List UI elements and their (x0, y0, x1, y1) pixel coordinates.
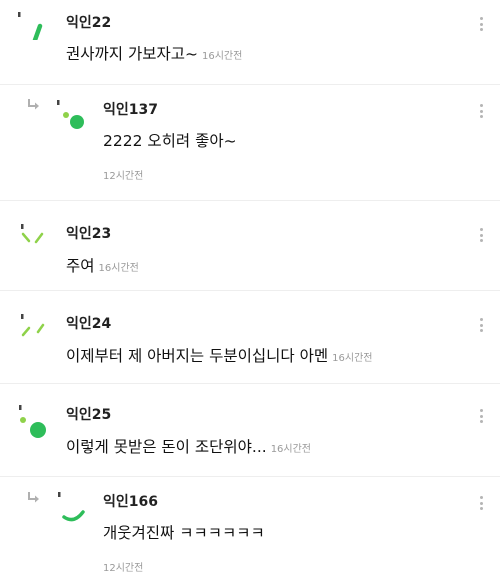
reply-arrow-icon (28, 492, 39, 503)
comment-item: 익인23 주여 16시간전 (0, 201, 500, 289)
avatar[interactable] (56, 491, 90, 525)
reply-item: 익인137 2222 오히려 좋아~ 12시간전 (0, 85, 500, 200)
comment-time: 12시간전 (103, 171, 144, 182)
comment-author[interactable]: 익인24 (66, 313, 111, 333)
comment-time: 16시간전 (270, 444, 312, 455)
comment-item: 익인25 이렇게 못받은 돈이 조단위야... 16시간전 (0, 384, 500, 476)
more-vertical-icon[interactable] (478, 409, 484, 423)
reply-arrow-icon (28, 99, 39, 110)
comment-body: 2222 오히려 좋아~ (103, 129, 237, 151)
comment-body: 주여 16시간전 (66, 254, 139, 276)
avatar[interactable] (56, 99, 88, 131)
comment-time: 12시간전 (103, 563, 144, 574)
comment-text: 권사까지 가보자고~ (66, 45, 198, 63)
avatar[interactable] (16, 404, 50, 438)
comment-author[interactable]: 익인137 (103, 99, 158, 119)
comment-body: 이제부터 제 아버지는 두분이십니다 아멘 16시간전 (66, 344, 372, 366)
more-vertical-icon[interactable] (478, 318, 484, 332)
comment-time: 16시간전 (98, 263, 139, 274)
comment-text: 이제부터 제 아버지는 두분이십니다 아멘 (66, 347, 329, 365)
more-vertical-icon[interactable] (478, 496, 484, 510)
comment-author[interactable]: 익인22 (66, 12, 111, 32)
comment-author[interactable]: 익인23 (66, 223, 111, 243)
comment-body: 권사까지 가보자고~ 16시간전 (66, 42, 242, 64)
comment-time: 16시간전 (332, 353, 373, 364)
more-vertical-icon[interactable] (478, 104, 484, 118)
avatar[interactable] (18, 313, 48, 343)
comment-text: 개웃겨진짜 ㅋㅋㅋㅋㅋㅋ (103, 524, 265, 542)
comment-item: 익인22 권사까지 가보자고~ 16시간전 (0, 0, 500, 90)
avatar[interactable] (18, 223, 48, 253)
comment-text: 2222 오히려 좋아~ (103, 132, 237, 150)
avatar[interactable] (16, 10, 46, 40)
more-vertical-icon[interactable] (478, 17, 484, 31)
reply-item: 익인166 개웃겨진짜 ㅋㅋㅋㅋㅋㅋ 12시간전 (0, 477, 500, 584)
comment-item: 익인24 이제부터 제 아버지는 두분이십니다 아멘 16시간전 (0, 291, 500, 383)
comment-time: 16시간전 (202, 51, 243, 62)
more-vertical-icon[interactable] (478, 228, 484, 242)
comment-author[interactable]: 익인166 (103, 491, 158, 511)
comment-author[interactable]: 익인25 (66, 404, 111, 424)
comment-text: 이렇게 못받은 돈이 조단위야... (66, 438, 267, 456)
comment-body: 이렇게 못받은 돈이 조단위야... 16시간전 (66, 435, 311, 457)
comment-text: 주여 (66, 257, 95, 275)
comment-body: 개웃겨진짜 ㅋㅋㅋㅋㅋㅋ (103, 521, 265, 543)
